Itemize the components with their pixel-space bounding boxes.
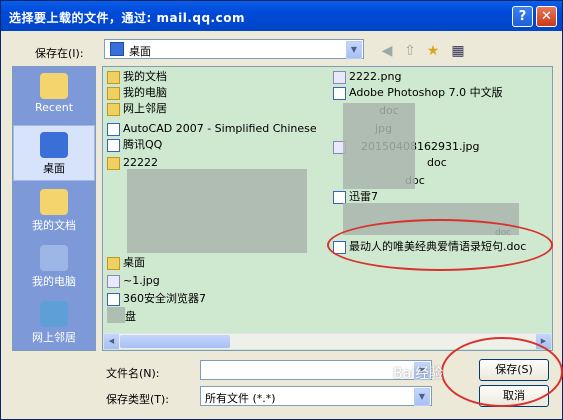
lookin-value: 桌面 [129,45,151,58]
place-label: Recent [34,101,74,114]
blurred-region [343,103,415,189]
help-button[interactable]: ? [512,6,533,27]
chevron-down-icon[interactable]: ▼ [346,41,362,59]
back-icon[interactable]: ◀ [377,41,397,61]
close-button[interactable]: ✕ [536,6,557,27]
shortcut-icon [107,122,120,136]
list-item[interactable]: 腾讯QQ [107,137,162,153]
list-item[interactable]: 桌面 [107,255,145,271]
title-bar: 选择要上载的文件，通过: mail.qq.com ? ✕ [1,1,562,31]
new-folder-icon[interactable]: ★ [423,41,443,61]
qq-icon [107,138,120,152]
up-folder-icon[interactable]: ⇧ [400,41,420,61]
place-label: 网上邻居 [32,331,76,344]
file-dialog: 选择要上载的文件，通过: mail.qq.com ? ✕ 保存在(I): 桌面 … [0,0,563,420]
place-my-computer[interactable]: 我的电脑 [13,239,95,295]
place-desktop[interactable]: 桌面 [13,125,95,181]
list-item[interactable]: AutoCAD 2007 - Simplified Chinese [107,121,317,137]
my-computer-icon [40,245,68,271]
scroll-thumb[interactable] [120,335,230,348]
blurred-region [107,307,125,323]
chevron-down-icon[interactable]: ▼ [414,388,430,406]
place-network[interactable]: 网上邻居 [13,295,95,351]
annotation-ellipse [327,219,553,271]
lookin-label: 保存在(I): [35,47,84,60]
list-item[interactable]: 360安全浏览器7 [107,291,206,307]
place-label: 我的文档 [32,219,76,232]
watermark: Bai经验 [393,366,444,382]
thunder-icon [333,190,346,204]
desktop-icon [40,132,68,158]
folder-icon [107,102,120,116]
places-bar: Recent 桌面 我的文档 我的电脑 网上邻居 [12,66,96,351]
desktop-icon [110,42,124,56]
filetype-select[interactable]: 所有文件 (*.*) ▼ [200,386,432,406]
window-title: 选择要上载的文件，通过: mail.qq.com [9,11,245,25]
list-item[interactable]: 盘 [125,309,136,325]
list-item[interactable]: Adobe Photoshop 7.0 中文版 [333,85,503,101]
photoshop-icon [333,86,346,100]
network-icon [40,301,68,327]
filetype-label: 保存类型(T): [106,393,170,406]
list-item[interactable]: 我的文档 [107,69,167,85]
folder-icon [107,70,120,84]
list-item[interactable]: 我的电脑 [107,85,167,101]
my-documents-icon [40,189,68,215]
list-item[interactable]: ~1.jpg [107,273,160,289]
scroll-left-icon[interactable]: ◀ [104,334,119,349]
place-recent[interactable]: Recent [13,67,95,123]
lookin-select[interactable]: 桌面 ▼ [104,39,364,59]
folder-icon [107,86,120,100]
blurred-region [127,169,307,253]
list-item[interactable]: 网上邻居 [107,101,167,117]
recent-icon [40,73,68,99]
annotation-ellipse [441,337,563,407]
image-icon [333,70,346,84]
file-list: 我的文档 我的电脑 网上邻居 AutoCAD 2007 - Simplified… [102,66,553,351]
list-item[interactable]: 2222.png [333,69,401,85]
browser-icon [107,292,120,306]
folder-icon [107,156,120,170]
place-my-documents[interactable]: 我的文档 [13,183,95,239]
image-icon [107,274,120,288]
folder-icon [107,256,120,270]
place-label: 我的电脑 [32,275,76,288]
place-label: 桌面 [43,162,65,175]
view-menu-icon[interactable]: ▦ [448,41,468,61]
filename-label: 文件名(N): [106,367,160,380]
